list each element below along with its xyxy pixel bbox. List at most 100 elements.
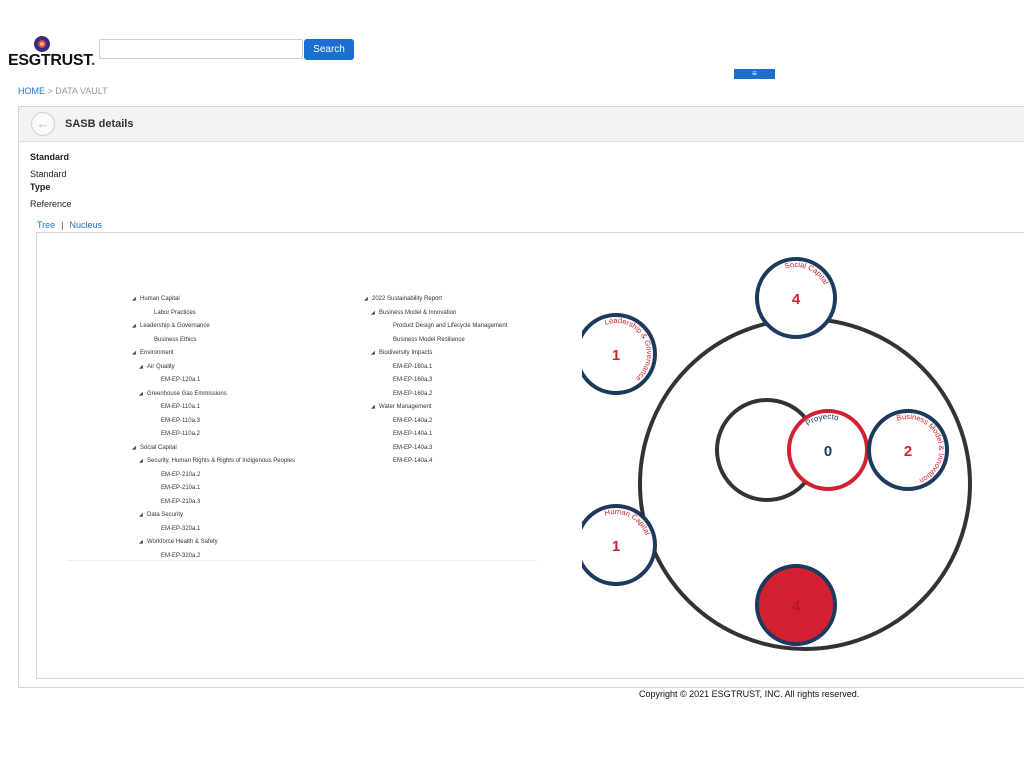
tree-item-label: EM-EP-160a.2 <box>393 390 433 397</box>
tree-item[interactable]: EM-EP-140a.1 <box>385 431 432 437</box>
tree-item-label: EM-EP-140a.3 <box>393 444 433 451</box>
tree-item[interactable]: ◢ Environment <box>132 350 174 356</box>
tree-item-label: EM-EP-110a.1 <box>161 404 200 410</box>
expand-triangle-icon[interactable]: ◢ <box>139 364 147 370</box>
tab-separator: | <box>61 220 64 230</box>
expand-triangle-icon[interactable]: ◢ <box>132 296 140 302</box>
node-count: 4 <box>792 291 801 308</box>
tree-item-label: EM-EP-160a.3 <box>393 377 433 383</box>
nucleus-node[interactable]: 2Business Model & Innovation <box>867 409 949 491</box>
tree-item[interactable]: EM-EP-210a.3 <box>153 499 200 505</box>
breadcrumb-current: DATA VAULT <box>55 86 108 96</box>
tree-item[interactable]: EM-EP-120a.1 <box>153 377 200 383</box>
node-count: 4 <box>792 598 801 615</box>
tree-item[interactable]: ◢ Business Model & Innovation <box>371 310 456 316</box>
tree-item[interactable]: EM-EP-210a.1 <box>153 485 200 491</box>
tree-item[interactable]: ◢ Leadership & Governance <box>132 323 210 329</box>
expand-triangle-icon[interactable]: ◢ <box>132 445 140 451</box>
tree-item-label: 2022 Sustainability Report <box>372 296 443 302</box>
tree-item[interactable]: Product Design and Lifecycle Management <box>385 323 507 329</box>
tree-item[interactable]: ◢ 2022 Sustainability Report <box>364 296 442 302</box>
standard-label: Standard <box>30 152 70 162</box>
tree-item-label: Workforce Health & Safety <box>147 539 218 545</box>
tree-item[interactable]: EM-EP-160a.2 <box>385 391 432 397</box>
tree-item[interactable]: Labor Practices <box>146 310 196 316</box>
tree-item[interactable]: ◢ Human Capital <box>132 296 180 302</box>
node-count: 1 <box>612 347 620 364</box>
tree-item-label: Security, Human Rights & Rights of Indig… <box>147 458 295 464</box>
nucleus-chart: 0 Proyecto 4Social Capital 1Leadership & … <box>582 257 972 651</box>
search-input[interactable] <box>99 39 303 59</box>
tree-item[interactable]: EM-EP-160a.3 <box>385 377 432 383</box>
brand-name: ESGTRUST. <box>8 52 96 69</box>
expand-triangle-icon[interactable]: ◢ <box>371 310 379 316</box>
search-button[interactable]: Search <box>304 39 354 60</box>
nucleus-node[interactable]: 1Leadership & Governance <box>582 313 657 395</box>
tree-item-label: EM-EP-210a.2 <box>161 471 201 478</box>
tree-item-label: EM-EP-140a.4 <box>393 458 433 464</box>
tree-item[interactable]: ◢ Biodiversity Impacts <box>371 350 432 356</box>
tree-item[interactable]: ◢ Workforce Health & Safety <box>139 539 218 545</box>
tree-item-label: EM-EP-320a.2 <box>161 552 201 559</box>
tree-item-label: Human Capital <box>140 296 180 302</box>
tab-tree[interactable]: Tree <box>37 220 55 230</box>
tree-item[interactable]: EM-EP-210a.2 <box>153 472 200 478</box>
tree-item[interactable]: EM-EP-140a.3 <box>385 445 432 451</box>
tree-item[interactable]: ◢ Security, Human Rights & Rights of Indi… <box>139 458 295 464</box>
tree-item-label: EM-EP-160a.1 <box>393 363 433 370</box>
tree-item[interactable]: ◢ Air Quality <box>139 364 175 370</box>
breadcrumb-home-link[interactable]: HOME <box>18 86 45 96</box>
node-count: 1 <box>612 538 620 555</box>
view-tabs: Tree | Nucleus <box>37 220 102 230</box>
sasb-details-panel: ← SASB details Standard Standard Type Re… <box>18 106 1024 688</box>
tree-item[interactable]: ◢ Greenhouse Gas Emmissions <box>139 391 227 397</box>
brand-logo[interactable]: ESGTRUST. <box>8 35 95 71</box>
standard-value: Standard <box>30 169 67 179</box>
tree-item[interactable]: EM-EP-110a.3 <box>153 418 200 424</box>
tree-item-label: EM-EP-140a.1 <box>393 431 433 437</box>
expand-triangle-icon[interactable]: ◢ <box>139 391 147 397</box>
tree-item-label: EM-EP-320a.1 <box>161 525 201 532</box>
tab-nucleus[interactable]: Nucleus <box>70 220 103 230</box>
tree-item[interactable]: EM-EP-160a.1 <box>385 364 432 370</box>
nucleus-node[interactable]: 1Human Capital <box>582 504 657 586</box>
tree-item[interactable]: ◢ Data Security <box>139 512 183 518</box>
tree-item[interactable]: EM-EP-320a.2 <box>153 553 200 559</box>
tree-item[interactable]: EM-EP-140a.2 <box>385 418 432 424</box>
tree-item-label: EM-EP-210a.1 <box>161 485 201 491</box>
nucleus-node[interactable]: 4 <box>755 564 837 646</box>
tree-item-label: Business Model Resilience <box>393 336 465 343</box>
tree-item[interactable]: ◢ Social Capital <box>132 445 177 451</box>
tree-item-label: Social Capital <box>140 444 177 451</box>
type-value: Reference <box>30 199 72 209</box>
tree-item[interactable]: Business Model Resilience <box>385 337 465 343</box>
expand-triangle-icon[interactable]: ◢ <box>132 350 140 356</box>
tree-item-label: Greenhouse Gas Emmissions <box>147 390 227 397</box>
tree-item-label: EM-EP-110a.2 <box>161 431 200 437</box>
nucleus-node[interactable]: 4Social Capital <box>755 257 837 339</box>
tree-item-label: Product Design and Lifecycle Management <box>393 323 508 329</box>
tree-item-label: EM-EP-120a.1 <box>161 377 201 383</box>
visualization-area: ◢ Human Capital Labor Practices ◢ Leadership… <box>36 232 1024 679</box>
expand-triangle-icon[interactable]: ◢ <box>371 350 379 356</box>
expand-triangle-icon[interactable]: ◢ <box>139 458 147 464</box>
back-arrow-icon[interactable]: ← <box>31 112 55 136</box>
tree-item[interactable]: ◢ Water Management <box>371 404 431 410</box>
tree-item[interactable]: Business Ethics <box>146 337 196 343</box>
tree-item[interactable]: EM-EP-110a.2 <box>153 431 200 437</box>
tree-item[interactable]: EM-EP-320a.1 <box>153 526 200 532</box>
tree-item[interactable]: EM-EP-110a.1 <box>153 404 200 410</box>
expand-triangle-icon[interactable]: ◢ <box>139 539 147 545</box>
type-label: Type <box>30 182 51 192</box>
tree-item[interactable]: EM-EP-140a.4 <box>385 458 432 464</box>
globe-icon <box>34 36 50 52</box>
expand-triangle-icon[interactable]: ◢ <box>371 404 379 410</box>
menu-button[interactable]: ≡ <box>734 69 775 79</box>
breadcrumb: HOME > DATA VAULT <box>18 86 108 96</box>
tree-item-label: Leadership & Governance <box>140 323 210 329</box>
expand-triangle-icon[interactable]: ◢ <box>139 512 147 518</box>
expand-triangle-icon[interactable]: ◢ <box>132 323 140 329</box>
tree-item-label: Water Management <box>379 404 432 410</box>
expand-triangle-icon[interactable]: ◢ <box>364 296 372 302</box>
tree-item-label: Air Quality <box>147 363 175 370</box>
